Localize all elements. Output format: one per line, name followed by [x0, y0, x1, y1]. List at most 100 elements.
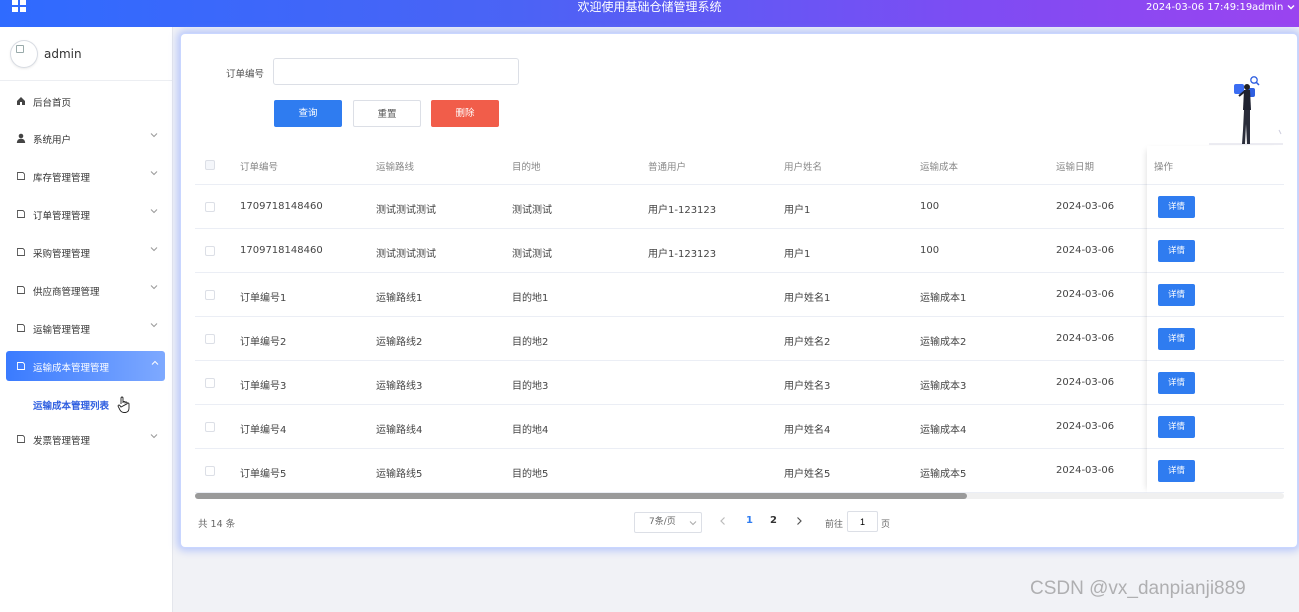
table-cell: 运输成本5: [920, 469, 967, 480]
goto-label: 前往: [825, 520, 844, 530]
table-cell: 运输路线4: [376, 425, 423, 436]
row-checkbox[interactable]: [205, 246, 215, 256]
detail-button[interactable]: 详情: [1158, 372, 1195, 394]
table-cell: 2024-03-06: [1056, 245, 1115, 256]
row-checkbox[interactable]: [205, 290, 215, 300]
watermark: CSDN @vx_danpianji889: [1030, 578, 1246, 599]
sidebar-item-orders[interactable]: 订单管理管理: [0, 199, 172, 229]
table-cell: 1709718148460: [240, 201, 323, 212]
query-button[interactable]: 查询: [274, 100, 342, 127]
chevron-down-icon: [689, 521, 697, 526]
row-checkbox[interactable]: [205, 422, 215, 432]
table-cell: 用户姓名5: [784, 469, 831, 480]
table-cell: 目的地1: [512, 293, 549, 304]
column-header: 运输成本: [920, 162, 959, 173]
next-page-icon[interactable]: [794, 515, 804, 527]
chevron-down-icon: [150, 171, 158, 176]
table-cell: 目的地3: [512, 381, 549, 392]
column-header: 运输路线: [376, 162, 415, 173]
table-row: 订单编号2 运输路线2 目的地2 用户姓名2 运输成本2 2024-03-06 …: [195, 317, 1284, 361]
table-cell: 订单编号5: [240, 469, 287, 480]
page-size-select[interactable]: 7条/页: [634, 512, 702, 533]
table-cell: 订单编号4: [240, 425, 287, 436]
order-number-label: 订单编号: [226, 69, 265, 80]
table-cell: 测试测试测试: [376, 249, 436, 260]
table-cell: 订单编号3: [240, 381, 287, 392]
select-all-checkbox[interactable]: [205, 160, 215, 170]
table-cell: 运输路线3: [376, 381, 423, 392]
document-icon: [17, 172, 25, 180]
delete-button[interactable]: 删除: [431, 100, 499, 127]
sidebar-item-label: 发票管理管理: [33, 436, 91, 447]
page-1[interactable]: 1: [746, 515, 753, 526]
table-cell: 1709718148460: [240, 245, 323, 256]
prev-page-icon[interactable]: [718, 515, 728, 527]
sidebar-item-invoices[interactable]: 发票管理管理: [0, 424, 172, 454]
table-row: 1709718148460 测试测试测试 测试测试 用户1-123123 用户1…: [195, 229, 1284, 273]
table-cell: 目的地4: [512, 425, 549, 436]
avatar: [11, 41, 37, 67]
table-cell: 测试测试测试: [376, 205, 436, 216]
row-checkbox[interactable]: [205, 378, 215, 388]
table-cell: 2024-03-06: [1056, 201, 1115, 212]
sidebar-item-purchasing[interactable]: 采购管理管理: [0, 237, 172, 267]
goto-page-input[interactable]: [847, 511, 878, 532]
table-cell: 2024-03-06: [1056, 421, 1115, 432]
table-row: 订单编号4 运输路线4 目的地4 用户姓名4 运输成本4 2024-03-06 …: [195, 405, 1284, 449]
row-checkbox[interactable]: [205, 202, 215, 212]
sidebar-item-system-users[interactable]: 系统用户: [0, 123, 172, 153]
chevron-down-icon: [150, 434, 158, 439]
sidebar-item-transport-cost[interactable]: 运输成本管理管理: [6, 351, 165, 381]
table-cell: 订单编号2: [240, 337, 287, 348]
chevron-up-icon: [151, 360, 159, 365]
sidebar-item-home[interactable]: 后台首页: [0, 86, 172, 116]
table-cell: 2024-03-06: [1056, 333, 1115, 344]
sidebar-item-label: 后台首页: [33, 98, 72, 109]
row-checkbox[interactable]: [205, 466, 215, 476]
chevron-down-icon: [150, 285, 158, 290]
table-cell: 用户1: [784, 205, 811, 216]
sidebar-item-label: 库存管理管理: [33, 173, 91, 184]
sidebar-item-label: 运输管理管理: [33, 325, 91, 336]
table-cell: 2024-03-06: [1056, 465, 1115, 476]
sidebar-item-inventory[interactable]: 库存管理管理: [0, 161, 172, 191]
horizontal-scrollbar[interactable]: [195, 493, 1284, 499]
document-icon: [17, 210, 25, 218]
reset-button[interactable]: 重置: [353, 100, 421, 127]
user-dropdown[interactable]: admin: [1252, 0, 1295, 15]
order-number-input[interactable]: [273, 58, 519, 85]
header-datetime: 2024-03-06 17:49:19: [1146, 2, 1253, 13]
table-cell: 用户姓名4: [784, 425, 831, 436]
detail-button[interactable]: 详情: [1158, 460, 1195, 482]
page-size-value: 7条/页: [649, 517, 676, 527]
detail-button[interactable]: 详情: [1158, 240, 1195, 262]
row-checkbox[interactable]: [205, 334, 215, 344]
table-row: 1709718148460 测试测试测试 测试测试 用户1-123123 用户1…: [195, 185, 1284, 229]
top-header: 欢迎使用基础仓储管理系统 2024-03-06 17:49:19 admin: [0, 0, 1299, 27]
sidebar-item-label: 订单管理管理: [33, 211, 91, 222]
detail-button[interactable]: 详情: [1158, 284, 1195, 306]
table-cell: 用户1-123123: [648, 205, 717, 216]
document-icon: [17, 324, 25, 332]
detail-button[interactable]: 详情: [1158, 416, 1195, 438]
page-2[interactable]: 2: [770, 515, 777, 526]
table-header: 订单编号 运输路线 目的地 普通用户 用户姓名 运输成本 运输日期 操作: [195, 146, 1284, 185]
column-header: 操作: [1154, 162, 1174, 173]
scrollbar-thumb[interactable]: [195, 493, 967, 499]
user-icon: [16, 133, 26, 143]
column-header: 目的地: [512, 162, 541, 173]
sidebar: admin 后台首页 系统用户 库存管理管理 订单管理管理 采购管理管理 供应商…: [0, 27, 173, 612]
table-cell: 运输路线5: [376, 469, 423, 480]
sidebar-subitem-transport-cost-list[interactable]: 运输成本管理列表: [33, 398, 109, 412]
table-cell: 运输路线1: [376, 293, 423, 304]
detail-button[interactable]: 详情: [1158, 196, 1195, 218]
detail-button[interactable]: 详情: [1158, 328, 1195, 350]
sidebar-item-suppliers[interactable]: 供应商管理管理: [0, 275, 172, 305]
table-cell: 测试测试: [512, 205, 552, 216]
table-row: 订单编号5 运输路线5 目的地5 用户姓名5 运输成本5 2024-03-06 …: [195, 449, 1284, 493]
column-header: 普通用户: [648, 162, 687, 173]
system-title: 欢迎使用基础仓储管理系统: [577, 0, 722, 14]
sidebar-item-transport[interactable]: 运输管理管理: [0, 313, 172, 343]
table-cell: 目的地5: [512, 469, 549, 480]
table-cell: 运输成本4: [920, 425, 967, 436]
